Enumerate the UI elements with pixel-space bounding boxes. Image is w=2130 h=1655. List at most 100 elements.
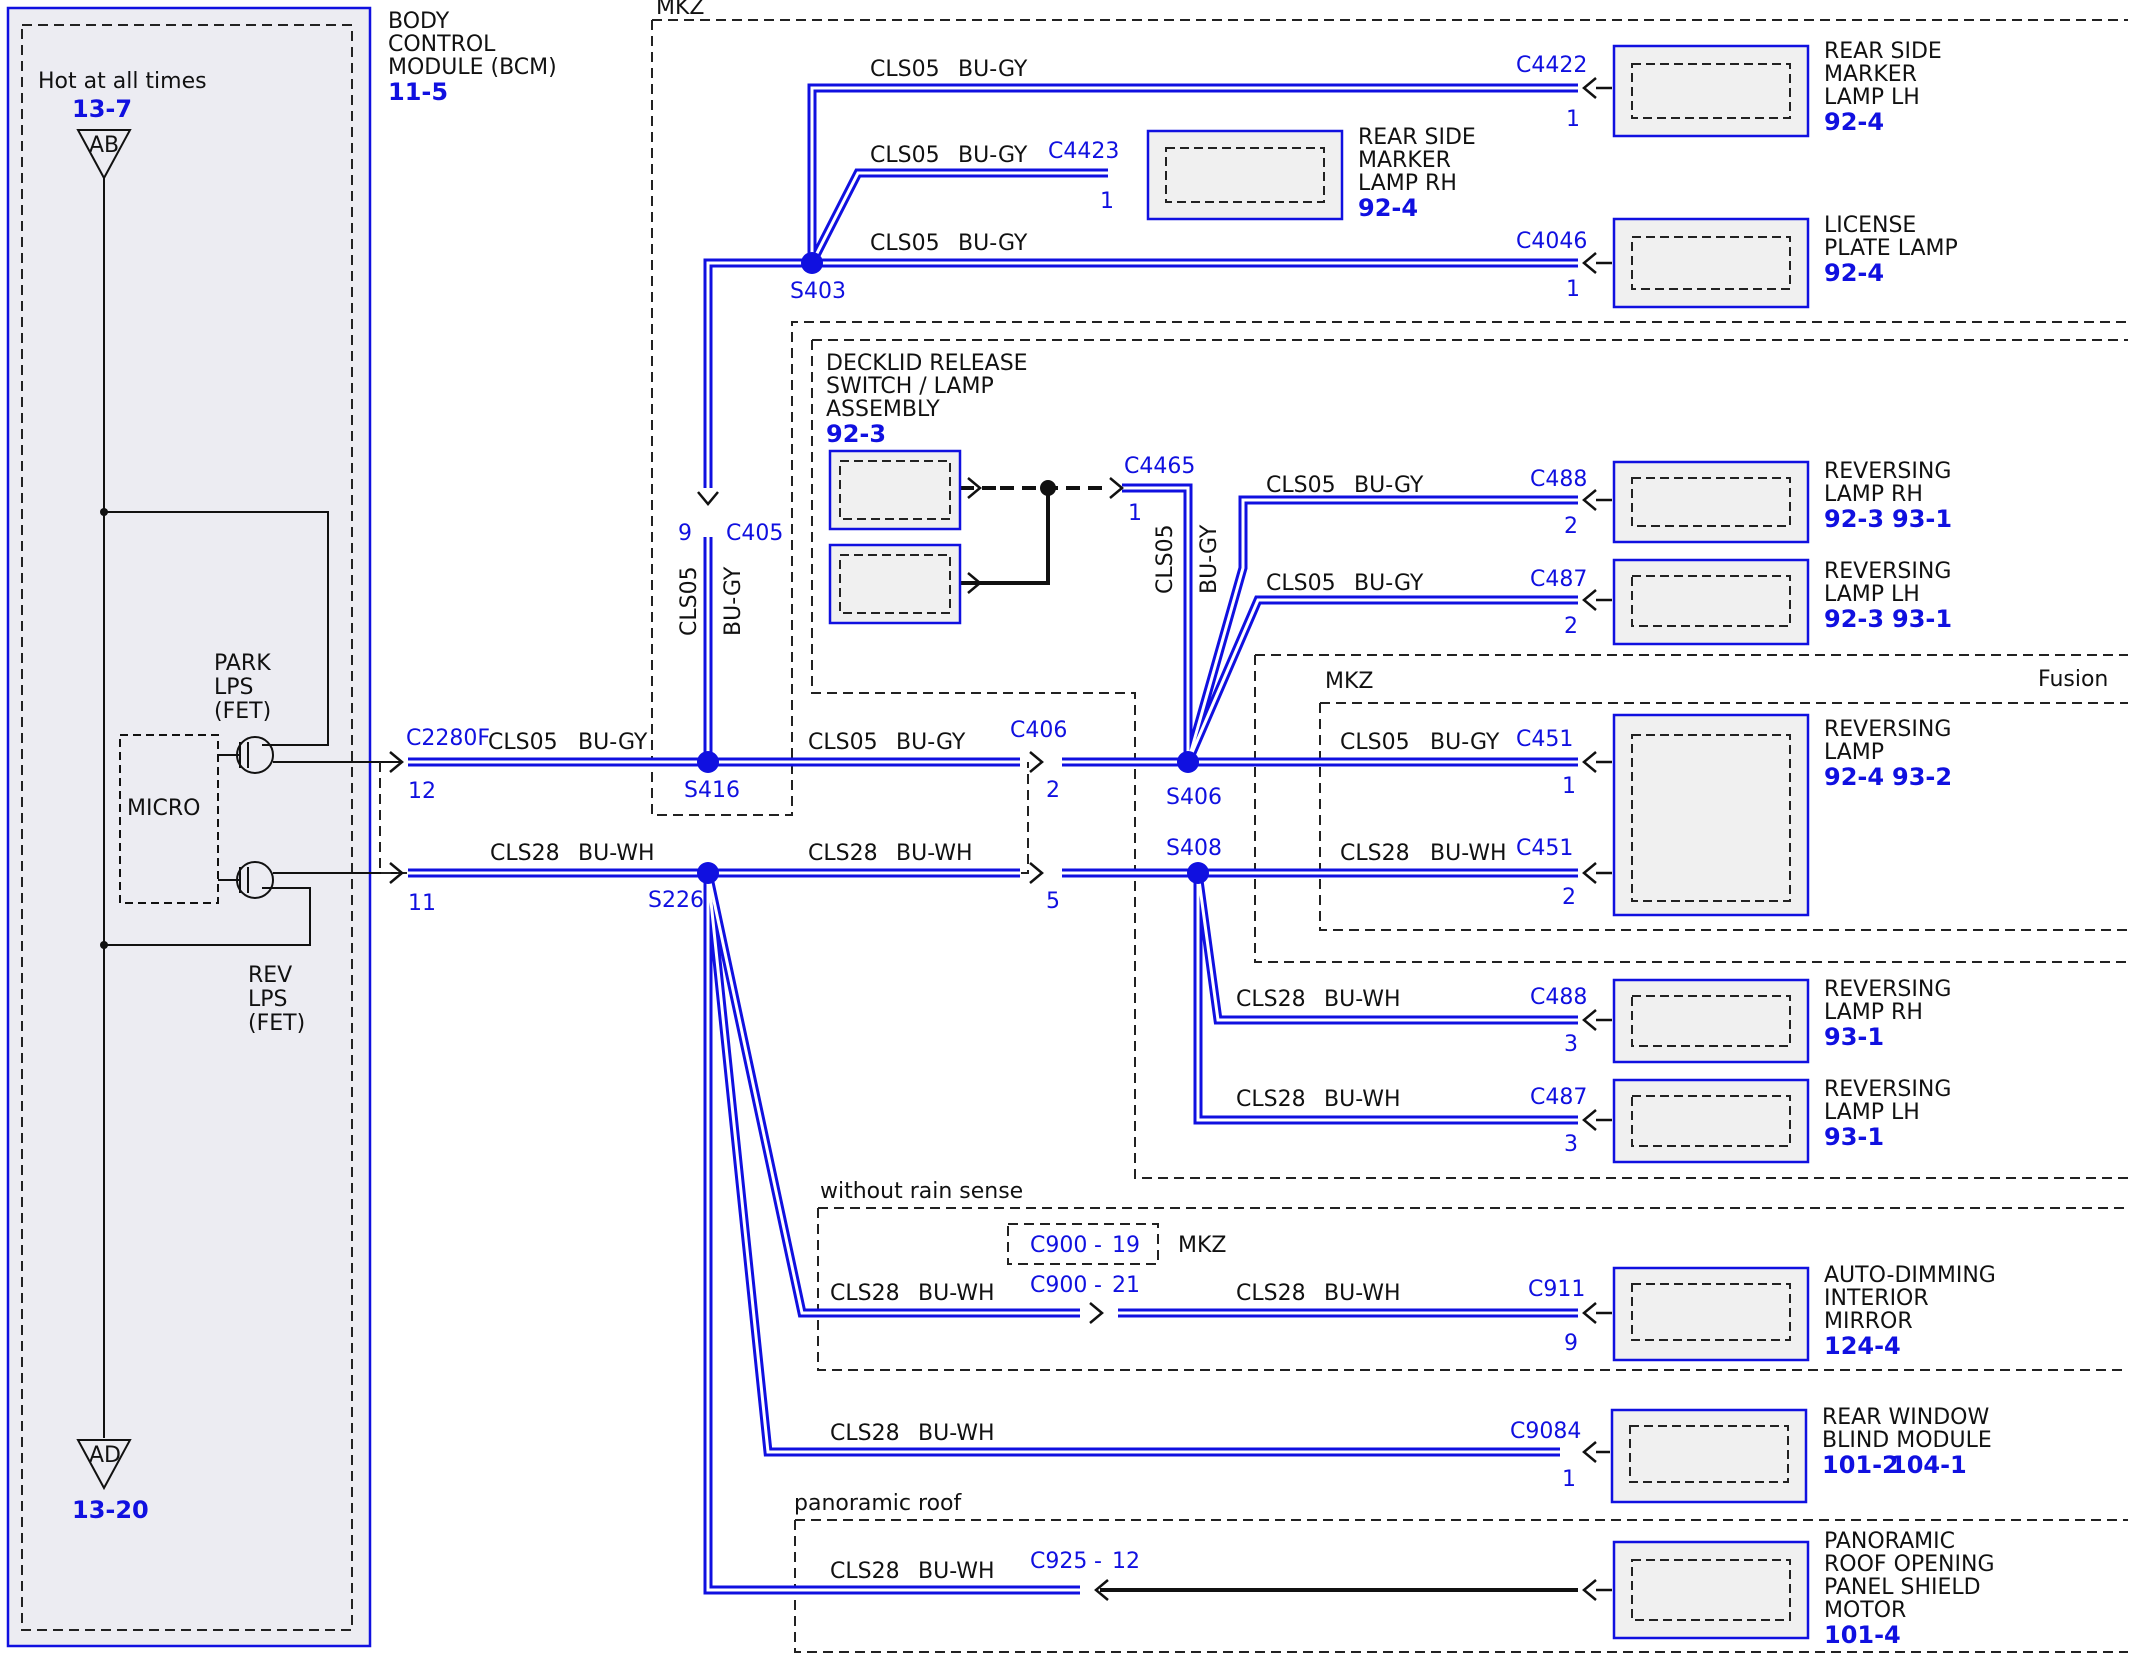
wire-buwh: BU-WH [918,1421,995,1446]
wire-labels: CLS05 BU-GY CLS05 BU-GY CLS05 BU-GY CLS2… [488,57,1507,1584]
pin-11: 11 [408,891,436,916]
comp-8-line-0: REVERSING [1824,1077,1951,1102]
comp-2-ref-0: 92-4 [1824,259,1884,287]
wire-cls28: CLS28 [1236,1087,1306,1112]
component-boxes [828,44,1810,1640]
rev-label-3: (FET) [248,1011,305,1036]
wire-cls05: CLS05 [488,730,558,755]
black-wires [960,486,1578,1592]
component-rear-side-marker-lamp-lh [1612,44,1810,138]
comp-1-line-2: LAMP RH [1358,171,1457,196]
wire-buwh: BU-WH [1324,987,1401,1012]
component-rear-window-blind [1610,1408,1808,1504]
wire-cls28: CLS28 [490,841,560,866]
wire-bugy: BU-GY [958,57,1028,82]
wire-buwh: BU-WH [896,841,973,866]
pin-c4423: 1 [1100,189,1114,214]
wire-buwh: BU-WH [1430,841,1507,866]
component-decklid-switch-bottom [828,543,962,625]
bcm-module: Hot at all times 13-7 AB AD 13-20 MICRO [6,6,400,1648]
pin-c405: 9 [678,521,692,546]
connector-c451: C451 [1516,836,1573,861]
comp-5-ref-1: 93-1 [1892,605,1952,633]
pin-c900-19: 19 [1112,1233,1140,1258]
splice-s408 [1187,862,1209,884]
comp-6-ref-0: 92-4 [1824,763,1884,791]
splice-s416 [697,751,719,773]
component-license-plate-lamp [1612,217,1810,309]
wire-cls05-vertical: CLS05 [1153,524,1178,594]
region-fusion: Fusion [2038,667,2108,692]
splice-label-s403: S403 [790,279,846,304]
connector-c487: C487 [1530,567,1587,592]
bcm-ref: 11-5 [388,78,448,106]
comp-11-line-0: PANORAMIC [1824,1529,1955,1554]
splice-label-s416: S416 [684,778,740,803]
pin-c406-5: 5 [1046,889,1060,914]
dash: - [1094,1273,1102,1298]
connector-c406: C406 [1010,718,1067,743]
region-mkz-mid: MKZ [1325,669,1373,694]
rev-label-1: REV [248,963,292,988]
comp-3-line-2: ASSEMBLY [826,397,940,422]
comp-11-line-1: ROOF OPENING [1824,1552,1995,1577]
wire-cls05: CLS05 [870,143,940,168]
comp-11-ref-0: 101-4 [1824,1621,1901,1649]
comp-5-line-0: REVERSING [1824,559,1951,584]
comp-11-line-2: PANEL SHIELD [1824,1575,1981,1600]
pin-c406-2: 2 [1046,778,1060,803]
splice-label-s408: S408 [1166,836,1222,861]
splice-label-s226: S226 [648,888,704,913]
comp-1-line-1: MARKER [1358,148,1451,173]
comp-1-ref-0: 92-4 [1358,194,1418,222]
comp-4-ref-0: 92-3 [1824,505,1884,533]
comp-10-line-0: REAR WINDOW [1822,1405,1989,1430]
connector-c451: C451 [1516,727,1573,752]
blue-wires [408,83,1578,1595]
connector-c900-21: C900 [1030,1273,1087,1298]
comp-0-line-1: MARKER [1824,62,1917,87]
component-rear-side-marker-lamp-rh [1146,129,1344,221]
component-auto-dimming-mirror [1612,1266,1810,1362]
wire-bugy: BU-GY [1354,571,1424,596]
wire-buwh: BU-WH [918,1281,995,1306]
region-panoramic-roof: panoramic roof [794,1491,962,1516]
component-reversing-lamp-rh-cls05 [1612,460,1810,544]
pin-c488-2: 2 [1564,514,1578,539]
region-mkz-top: MKZ [656,0,704,20]
component-reversing-lamp-lh-cls05 [1612,558,1810,646]
connector-c4423: C4423 [1048,139,1119,164]
rev-label-2: LPS [248,987,288,1012]
comp-8-line-1: LAMP LH [1824,1100,1920,1125]
wire-bugy: BU-GY [578,730,648,755]
pin-c487-3: 3 [1564,1132,1578,1157]
comp-4-line-1: LAMP RH [1824,482,1923,507]
pin-c4465: 1 [1128,501,1142,526]
wire-buwh: BU-WH [578,841,655,866]
comp-9-line-2: MIRROR [1824,1309,1913,1334]
connector-c925: C925 [1030,1549,1087,1574]
comp-0-ref-0: 92-4 [1824,108,1884,136]
pin-12: 12 [408,779,436,804]
component-labels: REAR SIDE MARKER LAMP LH 92-4 REAR SIDE … [826,39,1996,1649]
comp-10-line-1: BLIND MODULE [1822,1428,1992,1453]
splice-label-s406: S406 [1166,785,1222,810]
component-reversing-lamp-fusion [1612,713,1810,917]
park-label-2: LPS [214,675,254,700]
comp-6-ref-1: 93-2 [1892,763,1952,791]
wire-buwh: BU-WH [1324,1087,1401,1112]
splice-s226 [697,862,719,884]
comp-3-line-0: DECKLID RELEASE [826,351,1028,376]
comp-10-ref-0: 101-2 [1822,1451,1899,1479]
wire-cls28: CLS28 [1340,841,1410,866]
connector-c900-19: C900 [1030,1233,1087,1258]
wire-bugy: BU-GY [1354,473,1424,498]
wire-cls28: CLS28 [830,1281,900,1306]
comp-6-line-1: LAMP [1824,740,1884,765]
pin-c900-21: 21 [1112,1273,1140,1298]
pin-c451-1: 1 [1562,774,1576,799]
region-without-rain-sense: without rain sense [820,1179,1023,1204]
wire-cls05: CLS05 [1266,571,1336,596]
comp-9-line-0: AUTO-DIMMING [1824,1263,1996,1288]
wire-cls28: CLS28 [830,1421,900,1446]
